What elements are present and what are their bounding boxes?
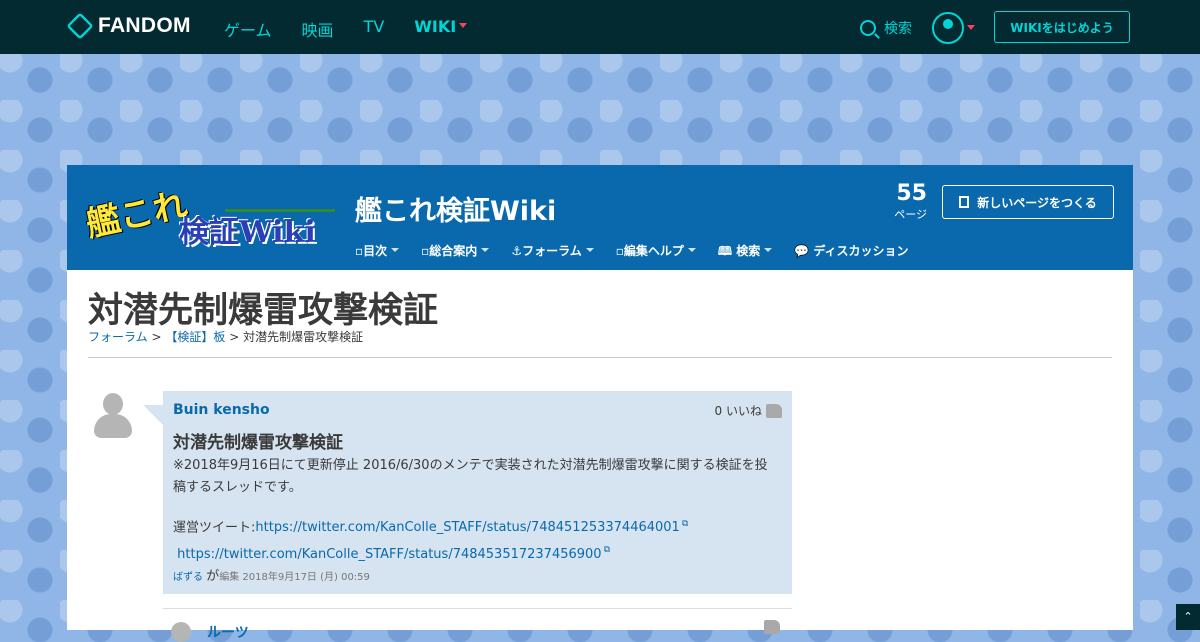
fandom-heart-icon xyxy=(66,12,94,40)
reply-divider xyxy=(163,608,792,609)
user-avatar[interactable] xyxy=(91,390,135,440)
wiki-nav-label: 目次 xyxy=(363,244,388,258)
wiki-nav-label: 検索 xyxy=(736,244,761,258)
like-counter: 0 いいね xyxy=(715,402,782,419)
chevron-down-icon[interactable] xyxy=(967,25,975,34)
page-count-number: 55 xyxy=(896,181,927,206)
fandom-logo-text: FANDOM xyxy=(98,14,191,37)
breadcrumb: フォーラム > 【検証】板 > 対潜先制爆雷攻撃検証 xyxy=(88,328,363,345)
global-search-label: 検索 xyxy=(884,21,912,37)
reply-avatar[interactable] xyxy=(171,622,191,642)
wiki-nav-label: 編集ヘルプ xyxy=(623,244,684,258)
post-paragraph: ※2018年9月16日にて更新停止 2016/6/30のメンテで実装された対潜先… xyxy=(173,458,768,495)
wiki-nav-contents[interactable]: ▫目次 xyxy=(355,242,399,263)
wiki-logo-line1: 艦これ xyxy=(82,184,191,246)
user-avatar-icon[interactable] xyxy=(932,12,964,44)
new-page-label: 新しいページをつくる xyxy=(977,195,1097,210)
wiki-nav-search[interactable]: 🕮 検索 xyxy=(718,242,772,263)
tweet-label: 運営ツイート: xyxy=(173,520,256,536)
page-add-icon xyxy=(959,196,970,208)
wiki-nav-label: ディスカッション xyxy=(813,244,909,258)
edit-timestamp: 2018年9月17日 (月) 00:59 xyxy=(242,572,370,583)
wiki-nav-forum[interactable]: ⚓フォーラム xyxy=(511,242,593,263)
article: 対潜先制爆雷攻撃検証 フォーラム > 【検証】板 > 対潜先制爆雷攻撃検証 Bu… xyxy=(67,270,1133,642)
wiki-title[interactable]: 艦これ検証Wiki xyxy=(355,189,556,228)
tweet-link[interactable]: https://twitter.com/KanColle_STAFF/statu… xyxy=(177,547,610,562)
breadcrumb-forum[interactable]: フォーラム xyxy=(88,330,148,344)
post-body: ※2018年9月16日にて更新停止 2016/6/30のメンテで実装された対潜先… xyxy=(173,455,778,580)
global-nav-links: ゲーム 映画 TV WIKI xyxy=(224,17,467,41)
page-count-unit: ページ xyxy=(894,208,927,221)
wiki-header: 艦これ 検証Wiki 艦これ検証Wiki ▫目次 ▫総合案内 ⚓フォーラム ▫編… xyxy=(67,165,1133,270)
thumbs-up-icon[interactable] xyxy=(766,403,782,418)
forum-post: Buin kensho 0 いいね 対潜先制爆雷攻撃検証 ※2018年9月16日… xyxy=(143,391,792,594)
nav-link-wiki[interactable]: WIKI xyxy=(414,17,467,41)
avatar-head-icon xyxy=(103,393,123,415)
new-page-button[interactable]: 新しいページをつくる xyxy=(942,185,1114,219)
wiki-nav-discussions[interactable]: 💬 ディスカッション xyxy=(794,242,908,263)
breadcrumb-board[interactable]: 【検証】板 xyxy=(165,330,225,344)
wiki-nav-guide[interactable]: ▫総合案内 xyxy=(421,242,489,263)
nav-link-movies[interactable]: 映画 xyxy=(302,17,334,41)
breadcrumb-current: 対潜先制爆雷攻撃検証 xyxy=(243,330,364,344)
thumbs-up-icon[interactable] xyxy=(764,620,780,634)
post-paragraph: 運営ツイート:https://twitter.com/KanColle_STAF… xyxy=(173,513,778,566)
wiki-logo-line2: 検証Wiki xyxy=(179,215,316,250)
edit-label: 編集 xyxy=(219,572,240,583)
divider xyxy=(88,357,1112,358)
fandom-logo[interactable]: FANDOM xyxy=(66,12,191,40)
editor-link[interactable]: ばずる xyxy=(173,572,203,583)
wiki-nav-label: 総合案内 xyxy=(429,244,478,258)
search-icon xyxy=(860,20,876,36)
breadcrumb-separator: > xyxy=(229,330,240,344)
scroll-top-button[interactable]: ⌃ xyxy=(1176,604,1200,630)
page-title: 対潜先制爆雷攻撃検証 xyxy=(88,291,439,331)
wiki-logo[interactable]: 艦これ 検証Wiki xyxy=(83,181,335,251)
reply-author[interactable]: ルーツ xyxy=(207,622,249,642)
nav-link-tv[interactable]: TV xyxy=(364,17,385,41)
wiki-nav: ▫目次 ▫総合案内 ⚓フォーラム ▫編集ヘルプ 🕮 検索 💬 ディスカッション xyxy=(355,242,909,263)
post-author[interactable]: Buin kensho xyxy=(173,402,270,418)
avatar-body-icon xyxy=(94,414,132,438)
wiki-nav-edit-help[interactable]: ▫編集ヘルプ xyxy=(616,242,696,263)
start-wiki-button[interactable]: WIKIをはじめよう xyxy=(994,11,1130,43)
meta-particle: が xyxy=(206,569,220,584)
page-count: 55 ページ xyxy=(887,181,927,222)
post-title: 対潜先制爆雷攻撃検証 xyxy=(173,433,343,453)
tweet-link[interactable]: https://twitter.com/KanColle_STAFF/statu… xyxy=(255,520,688,535)
global-nav: FANDOM ゲーム 映画 TV WIKI 検索 WIKIをはじめよう xyxy=(0,0,1200,54)
nav-link-games[interactable]: ゲーム xyxy=(224,17,272,41)
post-meta: ばずる が編集 2018年9月17日 (月) 00:59 xyxy=(173,565,370,584)
like-count: 0 いいね xyxy=(714,404,762,418)
breadcrumb-separator: > xyxy=(151,330,162,344)
global-search[interactable]: 検索 xyxy=(860,18,912,38)
wiki-nav-label: フォーラム xyxy=(522,244,582,258)
